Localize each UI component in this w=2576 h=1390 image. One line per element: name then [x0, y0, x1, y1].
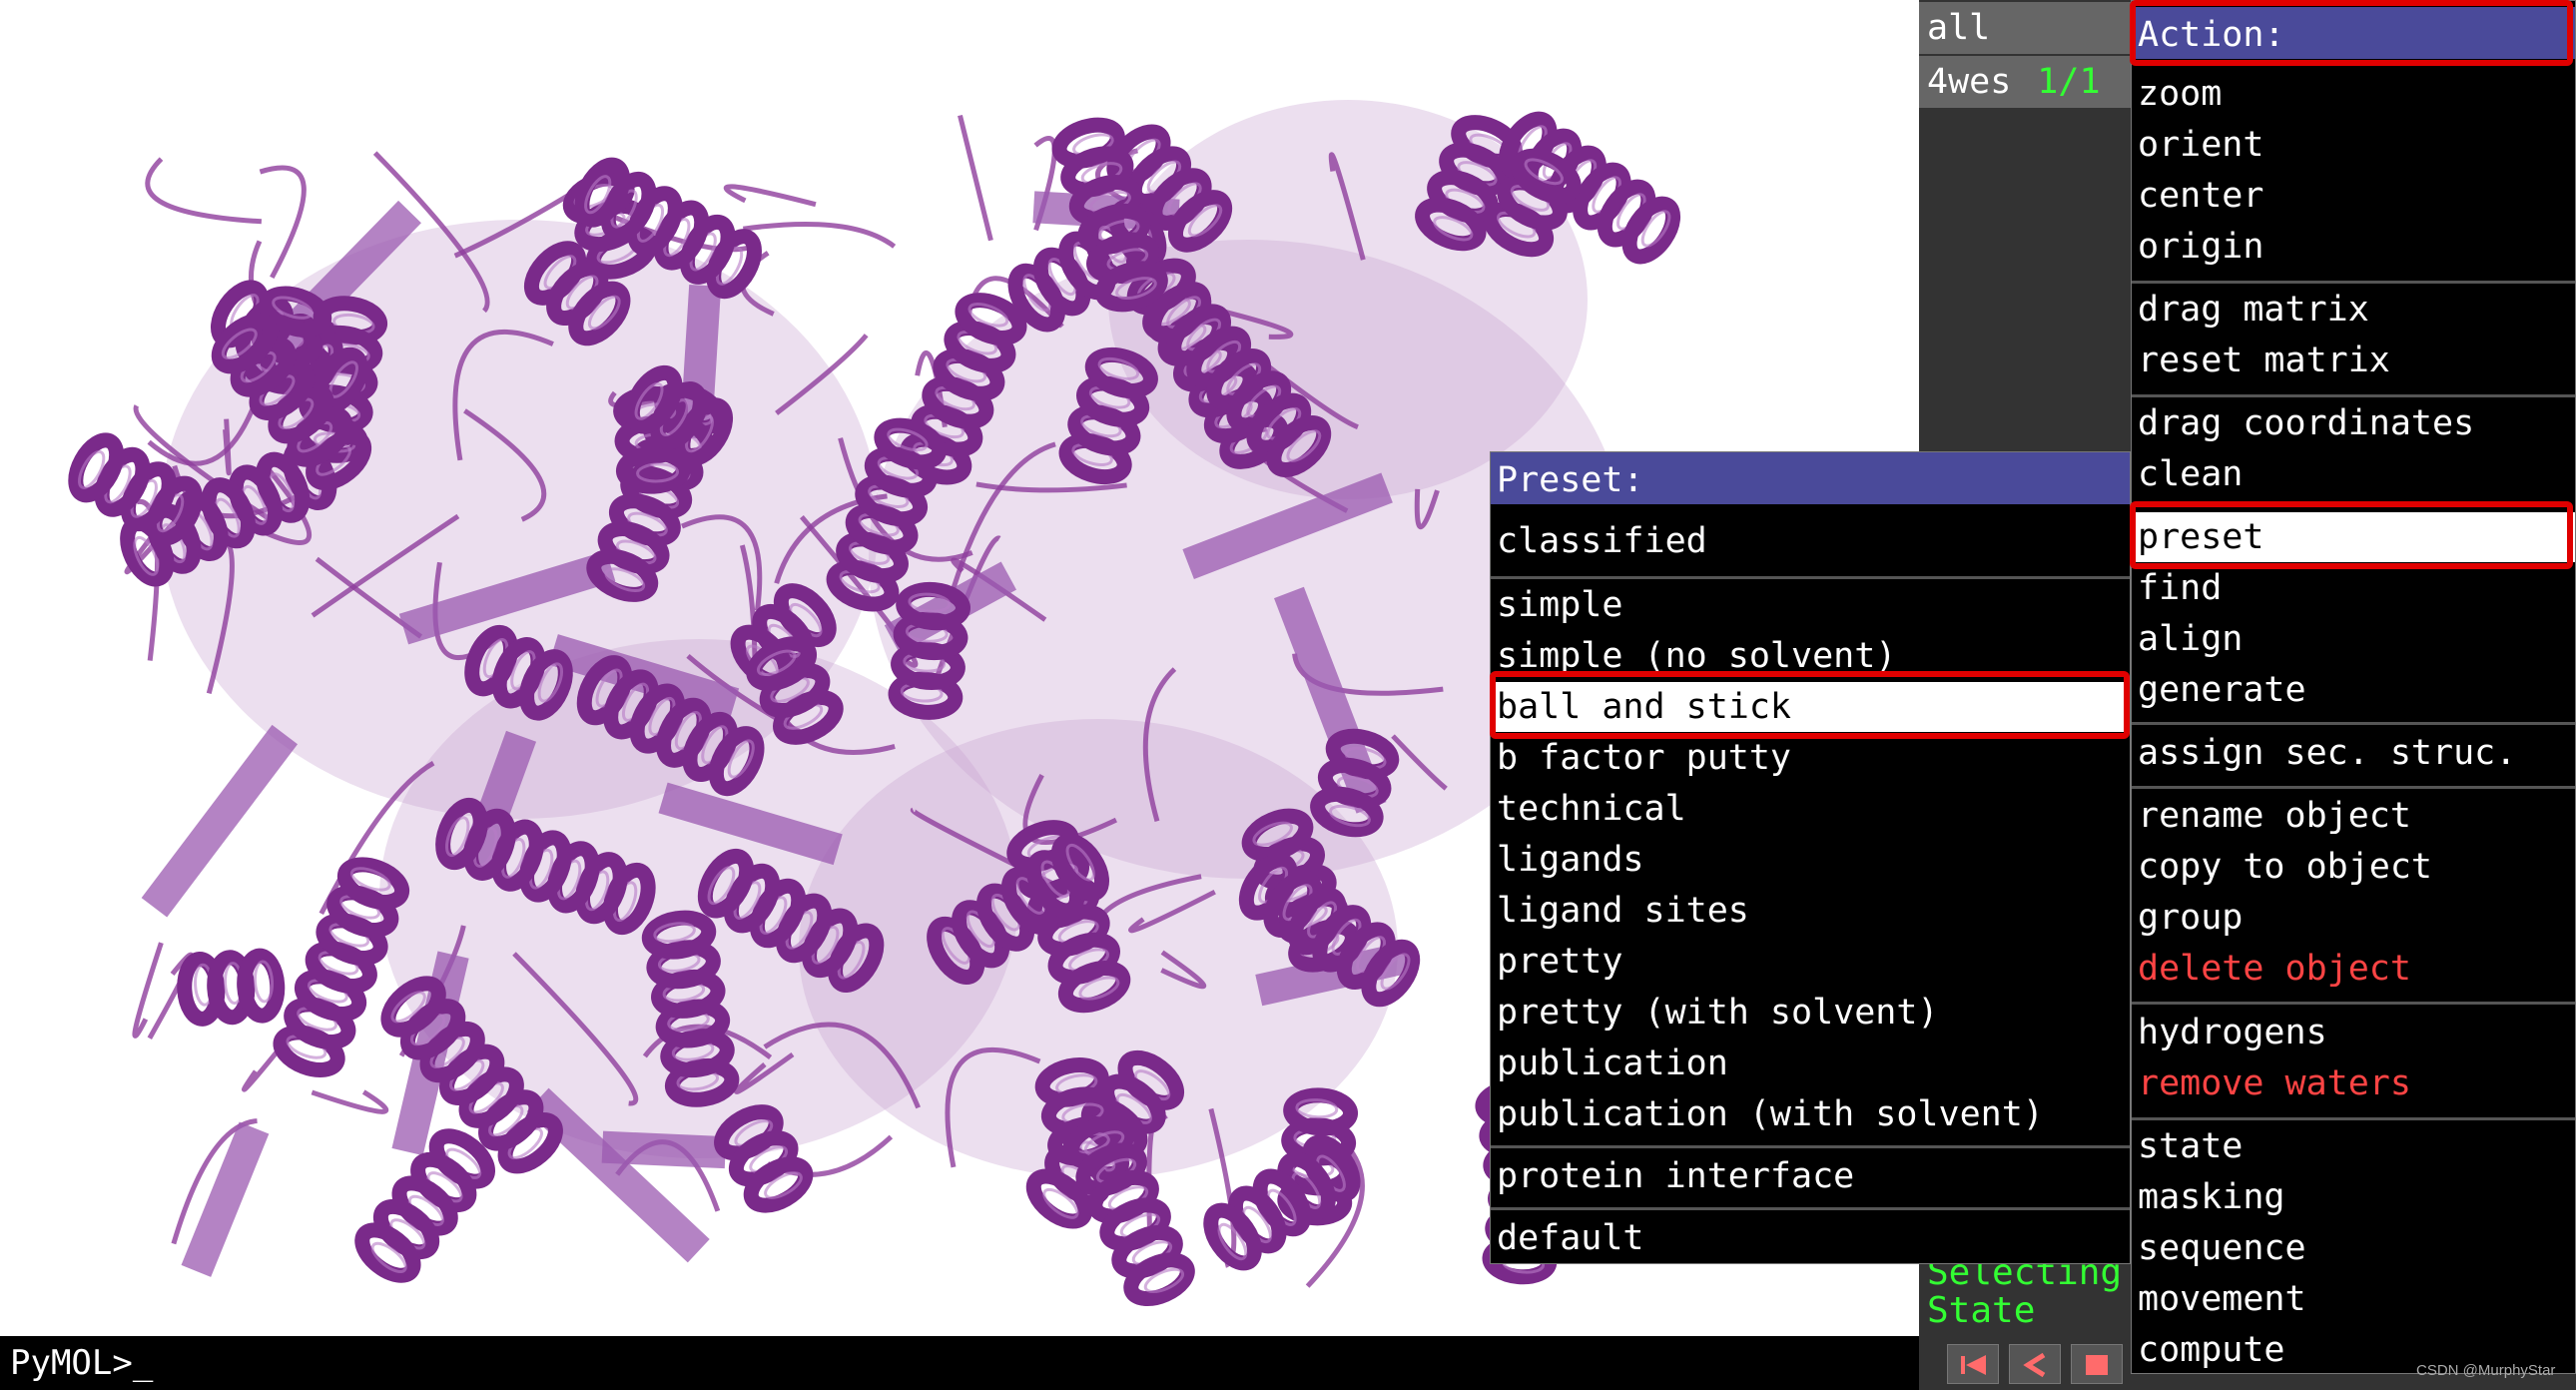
protein-sheet [141, 724, 299, 918]
action-item-delete-object[interactable]: delete object [2132, 944, 2575, 994]
action-item-drag-coordinates[interactable]: drag coordinates [2132, 398, 2575, 448]
action-item-zoom[interactable]: zoom [2132, 69, 2575, 119]
object-state: 1/1 [2037, 62, 2101, 102]
action-item-movement[interactable]: movement [2132, 1274, 2575, 1324]
highlight-ball-and-stick [1490, 671, 2130, 739]
menu-separator [2132, 394, 2575, 397]
protein-helix-turn [1621, 196, 1681, 265]
command-prompt[interactable]: PyMOL>_ [10, 1343, 153, 1383]
protein-sheet [601, 1130, 727, 1169]
stop-button[interactable] [2071, 1344, 2123, 1384]
action-item-rename-object[interactable]: rename object [2132, 791, 2575, 841]
menu-separator [2132, 1117, 2575, 1120]
stop-icon [2086, 1355, 2108, 1375]
protein-loop [723, 184, 817, 208]
action-item-sequence[interactable]: sequence [2132, 1223, 2575, 1273]
action-item-find[interactable]: find [2132, 563, 2575, 613]
rewind-button[interactable] [1947, 1344, 1999, 1384]
protein-loop [259, 165, 307, 280]
action-item-group[interactable]: group [2132, 893, 2575, 943]
protein-loop [958, 114, 993, 242]
protein-loop [311, 1089, 389, 1114]
preset-menu: Preset: classified simple simple (no sol… [1490, 451, 2131, 1264]
menu-separator [2132, 722, 2575, 725]
protein-loop [145, 157, 263, 225]
protein-helix-turn [1123, 1252, 1195, 1307]
protein-helix-turn [354, 1222, 421, 1283]
preset-item-ligands[interactable]: ligands [1491, 835, 2130, 885]
object-row-all[interactable]: all [1919, 2, 2131, 54]
action-item-masking[interactable]: masking [2132, 1172, 2575, 1222]
preset-item-ligand-sites[interactable]: ligand sites [1491, 886, 2130, 936]
step-back-icon [2023, 1352, 2046, 1378]
action-item-assign-sec-struc[interactable]: assign sec. struc. [2132, 728, 2575, 778]
menu-separator [1491, 1145, 2130, 1148]
action-item-clean[interactable]: clean [2132, 449, 2575, 499]
action-item-align[interactable]: align [2132, 614, 2575, 664]
preset-item-protein-interface[interactable]: protein interface [1491, 1151, 2130, 1201]
preset-item-pretty-with-solvent[interactable]: pretty (with solvent) [1491, 988, 2130, 1038]
preset-menu-title: Preset: [1491, 452, 2130, 504]
object-all-label: all [1927, 8, 1991, 48]
protein-loop [743, 221, 897, 249]
status-state: State [1927, 1290, 2036, 1331]
action-item-orient[interactable]: orient [2132, 120, 2575, 170]
action-item-state[interactable]: state [2132, 1121, 2575, 1171]
action-item-remove-waters[interactable]: remove waters [2132, 1058, 2575, 1108]
preset-item-technical[interactable]: technical [1491, 784, 2130, 834]
preset-item-publication-with-solvent[interactable]: publication (with solvent) [1491, 1089, 2130, 1139]
preset-item-publication[interactable]: publication [1491, 1039, 2130, 1088]
rewind-icon [1961, 1355, 1986, 1375]
action-menu: Action: zoom orient center origin drag m… [2131, 0, 2576, 1374]
preset-item-b-factor-putty[interactable]: b factor putty [1491, 733, 2130, 783]
command-line[interactable]: PyMOL>_ [0, 1336, 1919, 1390]
protein-helix-turn [743, 1156, 814, 1213]
action-item-reset-matrix[interactable]: reset matrix [2132, 336, 2575, 385]
highlight-preset-item [2130, 501, 2573, 569]
menu-separator [2132, 281, 2575, 284]
protein-helix-turn [68, 432, 125, 503]
preset-item-pretty[interactable]: pretty [1491, 937, 2130, 987]
step-back-button[interactable] [2009, 1344, 2061, 1384]
watermark: CSDN @MurphyStar [2416, 1362, 2556, 1379]
highlight-action-title [2130, 0, 2573, 66]
preset-item-classified[interactable]: classified [1491, 516, 2130, 566]
menu-separator [2132, 1002, 2575, 1005]
action-item-center[interactable]: center [2132, 171, 2575, 221]
action-item-copy-to-object[interactable]: copy to object [2132, 842, 2575, 892]
action-item-origin[interactable]: origin [2132, 222, 2575, 272]
action-item-drag-matrix[interactable]: drag matrix [2132, 285, 2575, 335]
preset-item-simple[interactable]: simple [1491, 580, 2130, 630]
protein-loop [223, 418, 232, 476]
protein-sheet [181, 1121, 270, 1277]
action-item-generate[interactable]: generate [2132, 665, 2575, 715]
menu-separator [1491, 1207, 2130, 1210]
menu-separator [2132, 786, 2575, 789]
menu-separator [1491, 576, 2130, 579]
preset-item-default[interactable]: default [1491, 1213, 2130, 1263]
object-name: 4wes [1927, 62, 2012, 102]
action-item-hydrogens[interactable]: hydrogens [2132, 1008, 2575, 1057]
object-row-4wes[interactable]: 4wes 1/1 [1919, 56, 2131, 108]
